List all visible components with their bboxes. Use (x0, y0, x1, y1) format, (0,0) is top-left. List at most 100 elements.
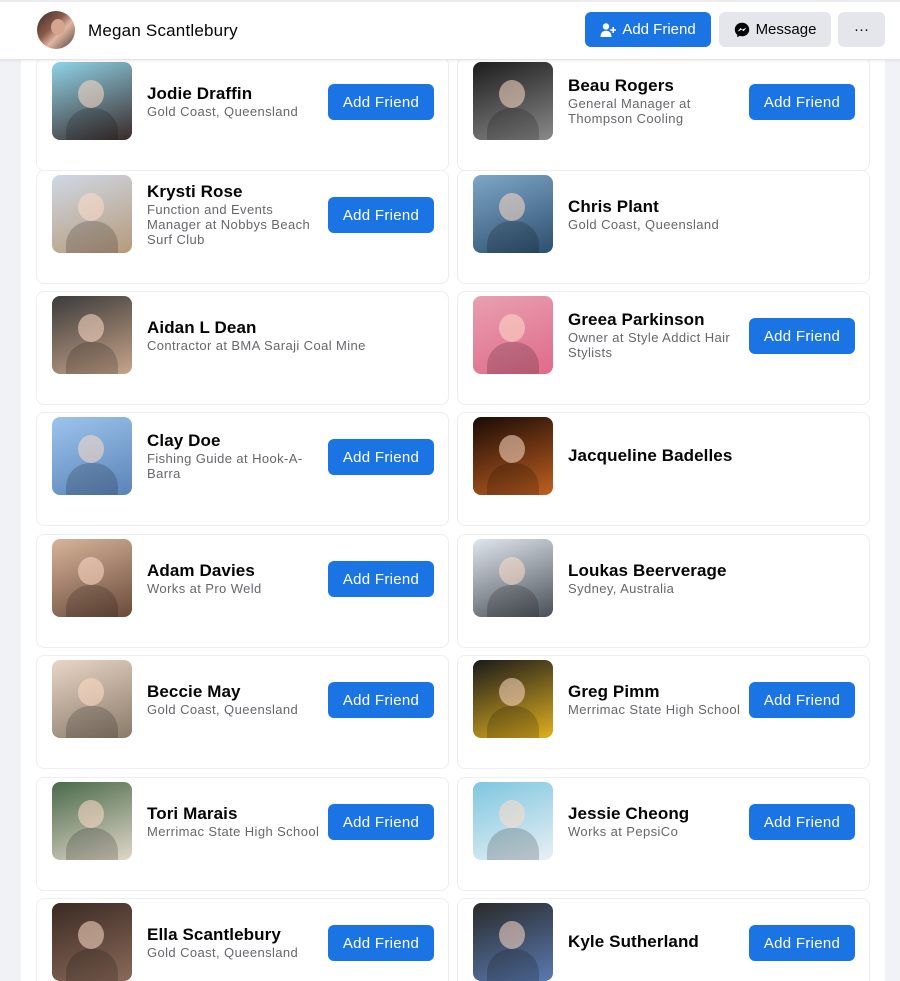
person-subtitle: General Manager at Thompson Cooling (568, 96, 691, 126)
person-info: Tori Marais Merrimac State High School (147, 778, 323, 864)
add-friend-button[interactable]: Add Friend (328, 84, 434, 120)
add-friend-button[interactable]: Add Friend (749, 318, 855, 354)
person-name[interactable]: Beau Rogers (568, 76, 744, 96)
add-friend-button[interactable]: Add Friend (328, 439, 434, 475)
person-photo[interactable] (52, 296, 132, 374)
person-info: Beccie May Gold Coast, Queensland (147, 656, 323, 742)
person-info: Jessie Cheong Works at PepsiCo (568, 778, 744, 864)
person-info: Ella Scantlebury Gold Coast, Queensland (147, 899, 323, 981)
person-card: Beccie May Gold Coast, Queensland Add Frie… (36, 655, 449, 769)
person-card: Loukas Beerverage Sydney, Australia (457, 534, 870, 648)
people-list: Jodie Draffin Gold Coast, Queensland Add F… (21, 57, 885, 981)
add-friend-button[interactable]: Add Friend (328, 561, 434, 597)
person-info: Greea Parkinson Owner at Style Addict Hai… (568, 292, 744, 378)
person-photo[interactable] (52, 903, 132, 981)
person-subtitle: Merrimac State High School (568, 701, 741, 717)
person-card: Krysti Rose Function and Events Manager a… (36, 170, 449, 284)
profile-header: Megan Scantlebury Add Friend Message ··· (0, 0, 900, 60)
person-card: Adam Davies Works at Pro Weld Add Friend (36, 534, 449, 648)
person-name[interactable]: Kyle Sutherland (568, 932, 744, 952)
add-friend-button[interactable]: Add Friend (328, 682, 434, 718)
add-friend-button[interactable]: Add Friend (585, 12, 711, 47)
person-subtitle: Contractor at BMA Saraji Coal Mine (147, 337, 366, 353)
person-subtitle: Fishing Guide at Hook-A-Barra (147, 451, 303, 481)
person-photo[interactable] (52, 782, 132, 860)
add-friend-button[interactable]: Add Friend (749, 804, 855, 840)
person-card: Tori Marais Merrimac State High School Add… (36, 777, 449, 891)
person-subtitle: Gold Coast, Queensland (147, 103, 299, 119)
person-card: Aidan L Dean Contractor at BMA Saraji Coa… (36, 291, 449, 405)
person-name[interactable]: Ella Scantlebury (147, 925, 323, 945)
person-name[interactable]: Greea Parkinson (568, 310, 744, 330)
message-label: Message (755, 21, 817, 38)
person-info: Chris Plant Gold Coast, Queensland (568, 171, 858, 257)
person-info: Jodie Draffin Gold Coast, Queensland (147, 58, 323, 144)
add-friend-button[interactable]: Add Friend (749, 84, 855, 120)
person-card: Jodie Draffin Gold Coast, Queensland Add F… (36, 57, 449, 171)
person-photo[interactable] (473, 296, 553, 374)
person-card: Jacqueline Badelles (457, 412, 870, 526)
person-photo[interactable] (52, 660, 132, 738)
top-divider (0, 0, 900, 2)
person-name[interactable]: Adam Davies (147, 561, 323, 581)
person-photo[interactable] (52, 175, 132, 253)
person-card: Greg Pimm Merrimac State High School Add F… (457, 655, 870, 769)
person-info: Jacqueline Badelles (568, 413, 858, 499)
profile-avatar[interactable] (37, 11, 75, 49)
person-photo[interactable] (473, 539, 553, 617)
person-photo[interactable] (52, 539, 132, 617)
add-friend-button[interactable]: Add Friend (328, 197, 434, 233)
person-info: Greg Pimm Merrimac State High School (568, 656, 744, 742)
add-friend-label: Add Friend (622, 21, 696, 38)
messenger-icon (734, 22, 749, 37)
person-name[interactable]: Krysti Rose (147, 182, 323, 202)
person-subtitle: Merrimac State High School (147, 823, 320, 839)
person-name[interactable]: Tori Marais (147, 804, 323, 824)
add-friend-button[interactable]: Add Friend (328, 804, 434, 840)
person-info: Loukas Beerverage Sydney, Australia (568, 535, 858, 621)
person-subtitle: Sydney, Australia (568, 580, 675, 596)
add-friend-icon (600, 22, 617, 37)
person-card: Clay Doe Fishing Guide at Hook-A-Barra Add… (36, 412, 449, 526)
person-info: Clay Doe Fishing Guide at Hook-A-Barra (147, 413, 323, 499)
person-photo[interactable] (473, 782, 553, 860)
person-subtitle: Function and Events Manager at Nobbys Be… (147, 201, 311, 247)
add-friend-button[interactable]: Add Friend (749, 682, 855, 718)
person-card: Beau Rogers General Manager at Thompson C… (457, 57, 870, 171)
person-photo[interactable] (473, 660, 553, 738)
profile-name[interactable]: Megan Scantlebury (88, 21, 238, 41)
person-name[interactable]: Chris Plant (568, 197, 858, 217)
person-name[interactable]: Jessie Cheong (568, 804, 744, 824)
person-name[interactable]: Jodie Draffin (147, 84, 323, 104)
person-subtitle: Owner at Style Addict Hair Stylists (568, 330, 731, 360)
person-info: Aidan L Dean Contractor at BMA Saraji Coa… (147, 292, 437, 378)
person-info: Beau Rogers General Manager at Thompson C… (568, 58, 744, 144)
more-options-button[interactable]: ··· (838, 12, 885, 47)
add-friend-button[interactable]: Add Friend (328, 925, 434, 961)
message-button[interactable]: Message (719, 12, 831, 47)
person-photo[interactable] (52, 62, 132, 140)
person-subtitle: Gold Coast, Queensland (568, 216, 720, 232)
person-name[interactable]: Loukas Beerverage (568, 561, 858, 581)
person-card: Chris Plant Gold Coast, Queensland (457, 170, 870, 284)
person-name[interactable]: Aidan L Dean (147, 318, 437, 338)
person-info: Krysti Rose Function and Events Manager a… (147, 171, 323, 257)
person-photo[interactable] (473, 903, 553, 981)
person-photo[interactable] (52, 417, 132, 495)
person-photo[interactable] (473, 62, 553, 140)
person-photo[interactable] (473, 417, 553, 495)
person-name[interactable]: Clay Doe (147, 431, 323, 451)
person-card: Kyle Sutherland Add Friend (457, 898, 870, 981)
person-info: Adam Davies Works at Pro Weld (147, 535, 323, 621)
person-card: Ella Scantlebury Gold Coast, Queensland Ad… (36, 898, 449, 981)
add-friend-button[interactable]: Add Friend (749, 925, 855, 961)
person-photo[interactable] (473, 175, 553, 253)
person-name[interactable]: Greg Pimm (568, 682, 744, 702)
person-subtitle: Works at PepsiCo (568, 823, 679, 839)
person-name[interactable]: Beccie May (147, 682, 323, 702)
scrollbar[interactable] (887, 60, 900, 981)
person-name[interactable]: Jacqueline Badelles (568, 446, 858, 466)
person-info: Kyle Sutherland (568, 899, 744, 981)
person-subtitle: Gold Coast, Queensland (147, 944, 299, 960)
person-card: Jessie Cheong Works at PepsiCo Add Friend (457, 777, 870, 891)
